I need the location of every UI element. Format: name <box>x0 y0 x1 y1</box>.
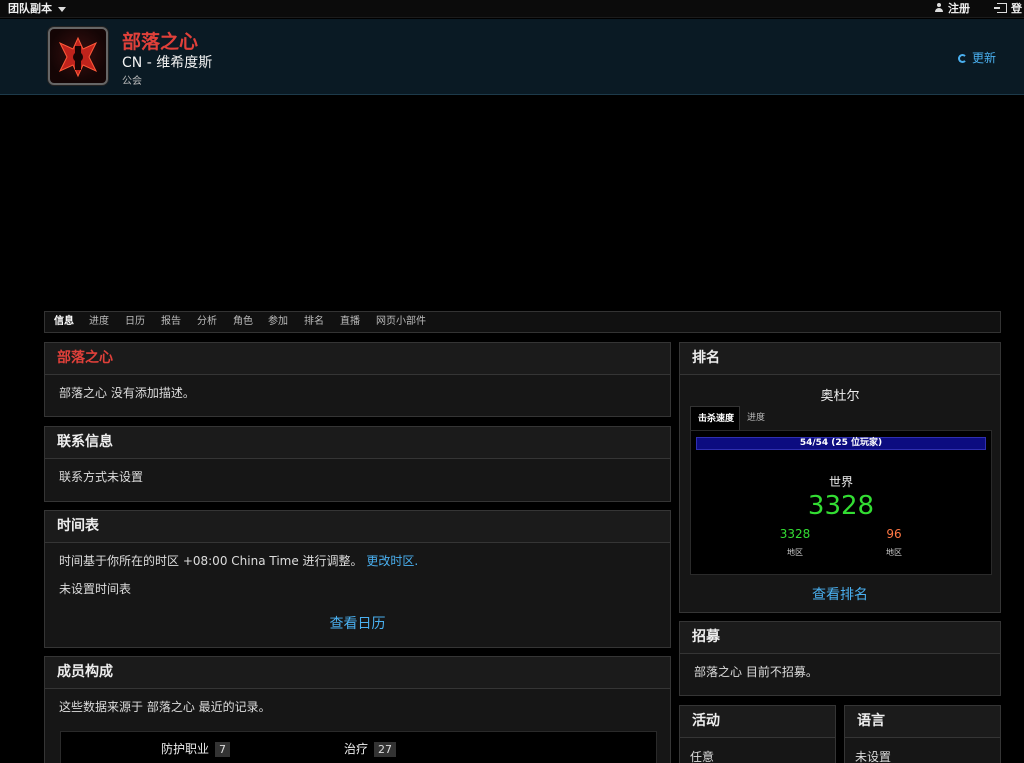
update-label: 更新 <box>972 51 997 65</box>
ranking-panel-title: 排名 <box>680 343 1000 375</box>
chevron-down-icon <box>58 6 66 12</box>
update-button[interactable]: 更新 <box>958 49 996 66</box>
recruit-panel-title: 招募 <box>680 622 1000 654</box>
role-count: 7 <box>215 742 231 757</box>
recruit-panel: 招募 部落之心 目前不招募。 <box>679 621 1001 696</box>
register-link[interactable]: 注册 <box>934 0 970 18</box>
language-value: 未设置 <box>855 750 892 763</box>
ranking-panel: 排名 奥杜尔 击杀速度 进度 54/54 (25 位玩家) 世界 3328 33… <box>679 342 1001 613</box>
guild-description: 部落之心 没有添加描述。 <box>59 386 195 400</box>
refresh-icon <box>958 54 967 63</box>
members-source-text: 这些数据来源于 部落之心 最近的记录。 <box>59 700 271 714</box>
tab-widgets[interactable]: 网页小部件 <box>376 312 426 332</box>
guild-header: 部落之心 CN - 维希度斯 公会 更新 <box>0 19 1024 95</box>
tab-rankings[interactable]: 排名 <box>304 312 324 332</box>
register-label: 注册 <box>948 2 970 15</box>
members-panel-title: 成员构成 <box>45 657 670 689</box>
tab-kill-speed[interactable]: 击杀速度 <box>690 406 740 430</box>
contact-info: 联系方式未设置 <box>59 470 144 484</box>
login-label: 登 <box>1011 2 1022 15</box>
no-schedule-text: 未设置时间表 <box>59 582 132 596</box>
tab-attendance[interactable]: 参加 <box>268 312 288 332</box>
contact-panel-title: 联系信息 <box>45 427 670 459</box>
guild-tabs: 信息 进度 日历 报告 分析 角色 参加 排名 直播 网页小部件 <box>44 311 1001 333</box>
role-label: 治疗 <box>344 742 369 756</box>
guild-type: 公会 <box>122 76 142 87</box>
view-ranking-link[interactable]: 查看排名 <box>680 584 1000 604</box>
info-panel-title: 部落之心 <box>45 343 670 375</box>
tab-characters[interactable]: 角色 <box>233 312 253 332</box>
member-composition-box: 防护职业 7 治疗 27 <box>60 731 657 763</box>
role-healer: 治疗 27 <box>344 740 397 757</box>
members-panel: 成员构成 这些数据来源于 部落之心 最近的记录。 防护职业 7 治疗 27 <box>44 656 671 763</box>
language-panel: 语言 未设置 <box>844 705 1001 763</box>
raid-menu-label: 团队副本 <box>8 2 52 15</box>
tab-livestream[interactable]: 直播 <box>340 312 360 332</box>
activity-panel: 活动 任意 <box>679 705 836 763</box>
raid-menu[interactable]: 团队副本 <box>8 0 66 18</box>
tab-progress[interactable]: 进度 <box>89 312 109 332</box>
realm-rank: 96 <box>886 527 902 541</box>
world-label: 世界 <box>828 475 853 489</box>
ranking-box: 54/54 (25 位玩家) 世界 3328 3328 地区 96 地区 <box>690 430 992 575</box>
change-timezone-link[interactable]: 更改时区. <box>366 554 418 568</box>
schedule-panel: 时间表 时间基于你所在的时区 +08:00 China Time 进行调整。 更… <box>44 510 671 648</box>
contact-panel: 联系信息 联系方式未设置 <box>44 426 671 502</box>
region-rank: 3328 <box>779 527 811 541</box>
realm-label: 地区 <box>886 548 902 557</box>
horde-emblem-icon <box>48 27 108 85</box>
timezone-text: 时间基于你所在的时区 +08:00 China Time 进行调整。 <box>59 554 363 568</box>
region-label: 地区 <box>787 548 803 557</box>
role-label: 防护职业 <box>161 742 210 756</box>
guild-name: 部落之心 <box>122 31 199 53</box>
login-link[interactable]: 登 <box>994 0 1022 18</box>
tab-calendar[interactable]: 日历 <box>125 312 145 332</box>
view-calendar-link[interactable]: 查看日历 <box>45 613 670 633</box>
top-bar: 团队副本 注册 登 <box>0 0 1024 18</box>
activity-panel-title: 活动 <box>680 706 835 738</box>
ranking-server-name: 奥杜尔 <box>820 389 860 404</box>
language-panel-title: 语言 <box>845 706 1000 738</box>
info-panel: 部落之心 部落之心 没有添加描述。 <box>44 342 671 417</box>
tab-info[interactable]: 信息 <box>54 312 74 332</box>
login-icon <box>994 3 1007 13</box>
tab-analysis[interactable]: 分析 <box>197 312 217 332</box>
role-tank: 防护职业 7 <box>161 740 231 757</box>
tab-reports[interactable]: 报告 <box>161 312 181 332</box>
timezone-line: 时间基于你所在的时区 +08:00 China Time 进行调整。 更改时区. <box>59 552 418 569</box>
guild-realm: CN - 维希度斯 <box>122 55 213 71</box>
world-rank: 3328 <box>807 491 875 521</box>
tab-progress-rank[interactable]: 进度 <box>740 406 770 430</box>
role-count: 27 <box>374 742 397 757</box>
activity-value: 任意 <box>690 750 715 763</box>
progress-bar: 54/54 (25 位玩家) <box>696 437 986 450</box>
recruit-status: 部落之心 目前不招募。 <box>694 665 818 679</box>
user-icon <box>934 3 944 13</box>
schedule-panel-title: 时间表 <box>45 511 670 543</box>
